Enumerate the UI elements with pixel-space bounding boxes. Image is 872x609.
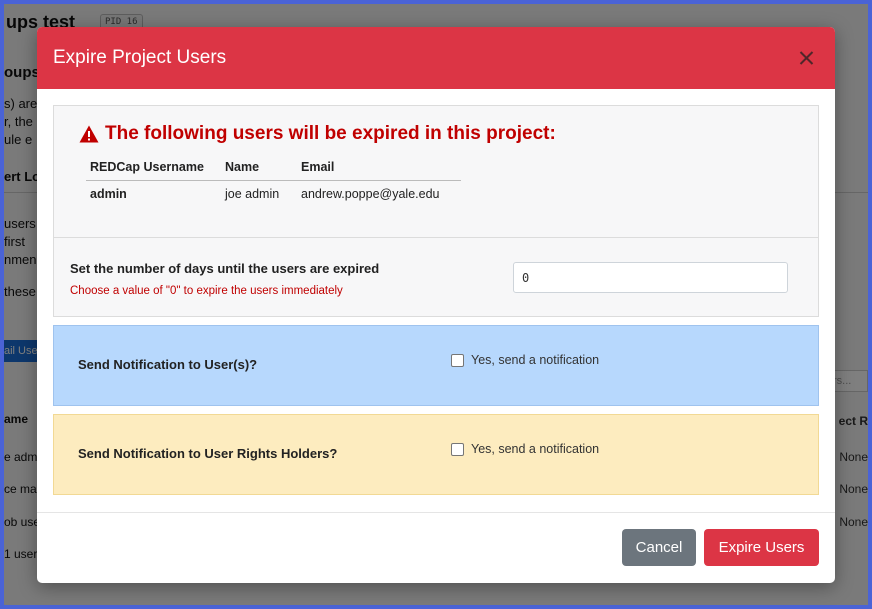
notify-users-section: Send Notification to User(s)? Yes, send … [53, 325, 819, 406]
expire-days-section: Set the number of days until the users a… [53, 237, 819, 317]
notify-holders-checkbox-label[interactable]: Yes, send a notification [471, 442, 599, 456]
col-header-name: Name [225, 156, 301, 181]
notify-users-checkbox-label[interactable]: Yes, send a notification [471, 353, 599, 367]
notify-holders-section: Send Notification to User Rights Holders… [53, 414, 819, 495]
cell-email: andrew.poppe@yale.edu [301, 187, 440, 201]
cell-name: joe admin [225, 187, 280, 201]
notify-holders-label: Send Notification to User Rights Holders… [78, 446, 338, 461]
days-label: Set the number of days until the users a… [70, 261, 380, 276]
notify-users-label: Send Notification to User(s)? [78, 357, 258, 372]
expire-users-button[interactable]: Expire Users [704, 529, 819, 566]
cell-username: admin [90, 187, 127, 201]
warning-text: The following users will be expired in t… [105, 123, 556, 144]
close-icon[interactable] [795, 46, 819, 70]
cancel-button[interactable]: Cancel [622, 529, 696, 566]
days-help-text: Choose a value of "0" to expire the user… [70, 285, 343, 297]
table-row: admin joe admin andrew.poppe@yale.edu [86, 181, 461, 206]
notify-users-checkbox-row[interactable]: Yes, send a notification [451, 353, 599, 367]
warning-heading: The following users will be expired in t… [79, 123, 556, 145]
warning-triangle-icon [79, 125, 99, 143]
notify-holders-checkbox[interactable] [451, 442, 464, 456]
days-input[interactable] [513, 262, 788, 293]
expire-users-modal: Expire Project Users The following users… [37, 27, 835, 583]
modal-header: Expire Project Users [37, 27, 835, 89]
modal-title: Expire Project Users [53, 47, 227, 68]
notify-holders-checkbox-row[interactable]: Yes, send a notification [451, 442, 599, 456]
users-table: REDCap Username Name Email admin joe adm… [86, 156, 461, 205]
col-header-username: REDCap Username [86, 156, 225, 181]
notify-users-checkbox[interactable] [451, 353, 464, 367]
table-header-row: REDCap Username Name Email [86, 156, 461, 181]
col-header-email: Email [301, 156, 461, 181]
footer-divider [37, 512, 835, 513]
users-to-expire-section: The following users will be expired in t… [53, 105, 819, 238]
